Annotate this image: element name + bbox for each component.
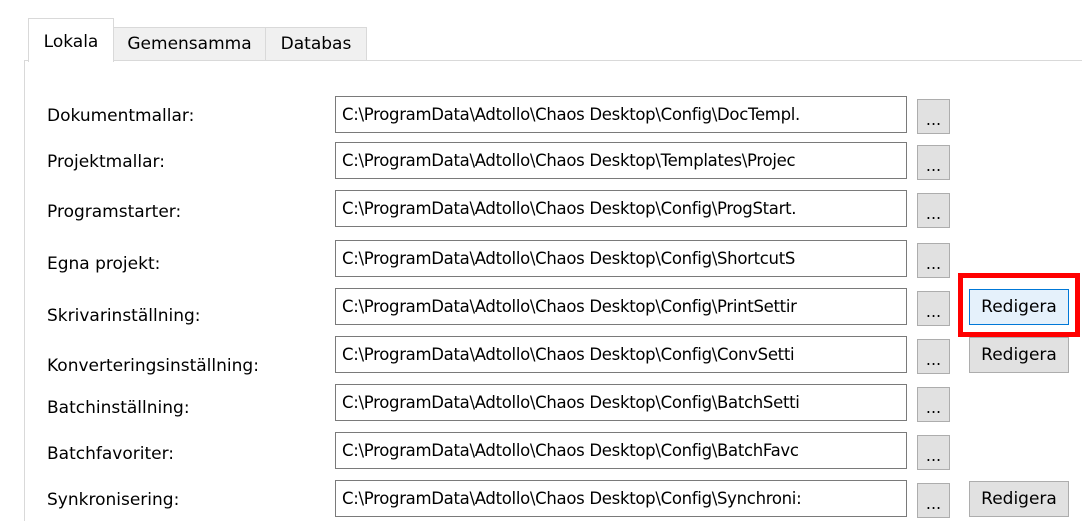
browse-button-programstarter[interactable]: ... <box>917 193 950 228</box>
path-field-projektmallar[interactable]: C:\ProgramData\Adtollo\Chaos Desktop\Tem… <box>335 142 907 179</box>
browse-button-egna-projekt[interactable]: ... <box>917 243 950 278</box>
edit-button-skrivarinstallning[interactable]: Redigera <box>969 289 1069 325</box>
browse-button-dokumentmallar[interactable]: ... <box>917 99 950 134</box>
path-field-konverteringsinstallning[interactable]: C:\ProgramData\Adtollo\Chaos Desktop\Con… <box>335 336 907 373</box>
browse-button-batchinstallning[interactable]: ... <box>917 387 950 422</box>
path-field-batchfavoriter[interactable]: C:\ProgramData\Adtollo\Chaos Desktop\Con… <box>335 432 907 469</box>
browse-button-batchfavoriter[interactable]: ... <box>917 435 950 470</box>
browse-button-synkronisering[interactable]: ... <box>917 483 950 518</box>
label-synkronisering: Synkronisering: <box>47 490 180 510</box>
path-field-programstarter[interactable]: C:\ProgramData\Adtollo\Chaos Desktop\Con… <box>335 190 907 227</box>
label-programstarter: Programstarter: <box>47 202 182 222</box>
tab-lokala[interactable]: Lokala <box>28 18 114 62</box>
tab-gemensamma[interactable]: Gemensamma <box>113 27 266 60</box>
label-batchinstallning: Batchinställning: <box>47 398 190 418</box>
tab-databas[interactable]: Databas <box>265 27 367 60</box>
settings-panel: Lokala Gemensamma Databas Dokumentmallar… <box>0 0 1082 521</box>
path-field-egna-projekt[interactable]: C:\ProgramData\Adtollo\Chaos Desktop\Con… <box>335 240 907 277</box>
label-skrivarinstallning: Skrivarinställning: <box>47 306 201 326</box>
edit-button-konverteringsinstallning[interactable]: Redigera <box>969 337 1069 373</box>
label-konverteringsinstallning: Konverteringsinställning: <box>47 356 259 376</box>
edit-button-synkronisering[interactable]: Redigera <box>969 481 1069 517</box>
path-field-synkronisering[interactable]: C:\ProgramData\Adtollo\Chaos Desktop\Con… <box>335 480 907 517</box>
browse-button-konverteringsinstallning[interactable]: ... <box>917 339 950 374</box>
label-projektmallar: Projektmallar: <box>47 152 165 172</box>
label-dokumentmallar: Dokumentmallar: <box>47 106 195 126</box>
label-batchfavoriter: Batchfavoriter: <box>47 444 174 464</box>
path-field-skrivarinstallning[interactable]: C:\ProgramData\Adtollo\Chaos Desktop\Con… <box>335 288 907 325</box>
browse-button-projektmallar[interactable]: ... <box>917 145 950 180</box>
path-field-dokumentmallar[interactable]: C:\ProgramData\Adtollo\Chaos Desktop\Con… <box>335 96 907 133</box>
browse-button-skrivarinstallning[interactable]: ... <box>917 291 950 326</box>
path-field-batchinstallning[interactable]: C:\ProgramData\Adtollo\Chaos Desktop\Con… <box>335 384 907 421</box>
label-egna-projekt: Egna projekt: <box>47 254 161 274</box>
